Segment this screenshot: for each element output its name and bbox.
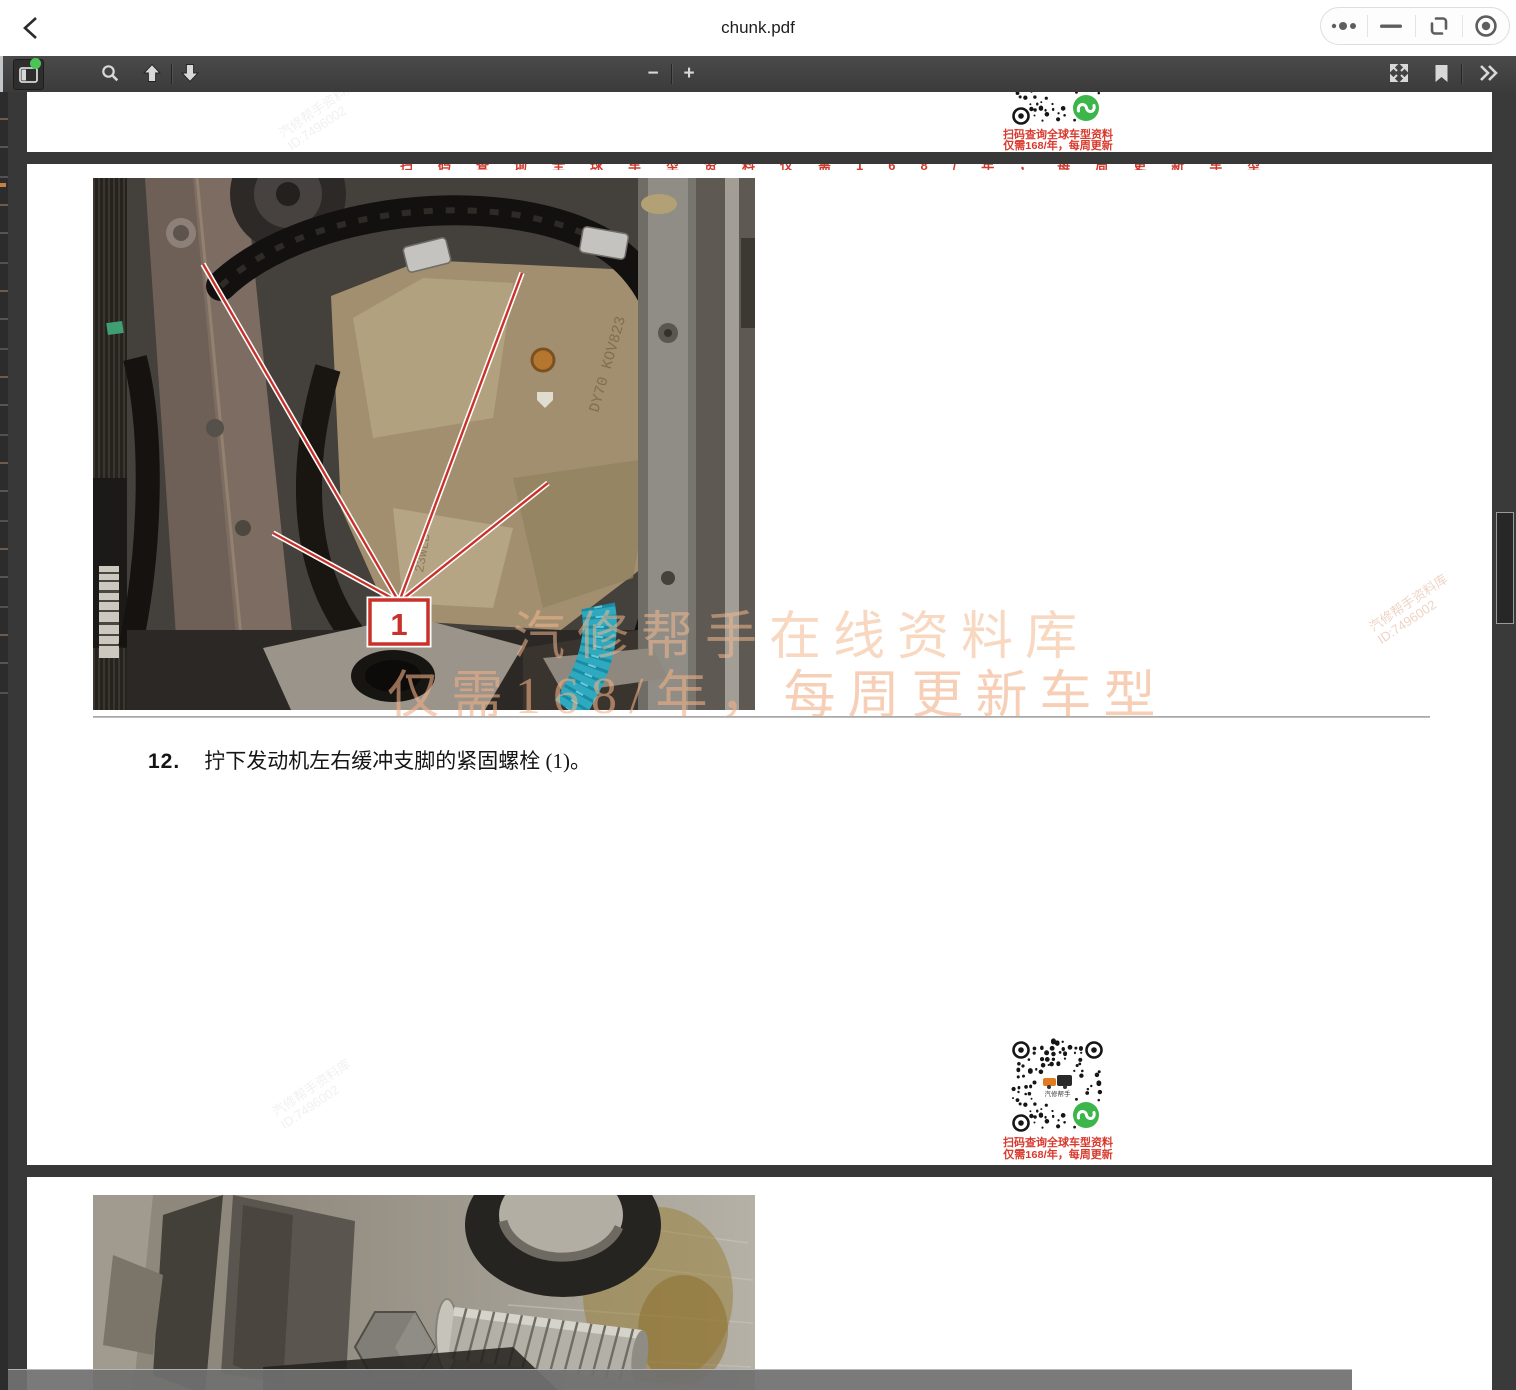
pdf-page-5: 汽修帮手资料库 ID:7496002 汽修帮手 [27, 92, 1492, 152]
zoom-in-button[interactable]: + [676, 58, 702, 88]
sidebar-notification-dot [30, 58, 41, 69]
wechat-green-badge [1073, 95, 1099, 121]
vertical-scrollbar-thumb[interactable] [1496, 512, 1514, 624]
background-strip-edge [0, 56, 3, 92]
toolbar-divider [171, 64, 172, 84]
more-options-button[interactable] [1321, 8, 1367, 44]
svg-text:汽修帮手: 汽修帮手 [1045, 1089, 1072, 1098]
clipped-red-text: 扫码查询全球车型资料仅需168/年，每周更新车型 [400, 164, 1357, 170]
section-divider-line [93, 716, 1430, 718]
search-icon [101, 64, 119, 82]
qr-caption-line1: 扫码查询全球车型资料 [983, 130, 1133, 141]
pdf-page-6: 扫码查询全球车型资料仅需168/年，每周更新车型 [27, 164, 1492, 1165]
fullscreen-icon [1389, 63, 1409, 83]
qr-code-partial: 汽修帮手 [1007, 92, 1108, 130]
horizontal-scrollbar[interactable] [8, 1369, 1352, 1390]
pdf-viewer-window: chunk.pdf [0, 0, 1516, 1390]
diagonal-watermark: 汽修帮手资料库 ID:7496002 [269, 1056, 361, 1132]
pdf-toolbar: / 15 − + 自动缩放 [0, 56, 1516, 93]
window-controls [1320, 7, 1510, 45]
qr-code-image: 汽修帮手 [1007, 92, 1108, 130]
background-fleck [0, 183, 6, 187]
callout-label-text: 1 [390, 607, 407, 642]
restore-icon [1428, 15, 1450, 37]
qr-caption-line2: 仅需168/年，每周更新 [983, 141, 1133, 152]
record-circle-icon [1474, 14, 1498, 38]
more-dots-icon [1329, 19, 1359, 33]
step-text: 拧下发动机左右缓冲支脚的紧固螺栓 (1)。 [204, 749, 591, 773]
previous-page-button[interactable] [137, 58, 167, 88]
document-title: chunk.pdf [0, 0, 1516, 56]
restore-button[interactable] [1416, 8, 1462, 44]
minimize-icon [1379, 23, 1403, 29]
minimize-button[interactable] [1368, 8, 1414, 44]
bookmark-icon [1434, 64, 1449, 83]
callout-label-box: 1 [370, 600, 428, 644]
diagonal-watermark: 汽修帮手资料库 ID:7496002 [1366, 571, 1458, 647]
qr-code-image: 汽修帮手 [1007, 1036, 1108, 1137]
page-up-icon [143, 64, 161, 82]
double-chevron-icon [1478, 64, 1500, 82]
step-instruction: 12. 拧下发动机左右缓冲支脚的紧固螺栓 (1)。 [148, 745, 591, 775]
qr-code: 汽修帮手 [1007, 1036, 1108, 1137]
titlebar: chunk.pdf [0, 0, 1516, 56]
background-strip [0, 92, 8, 1390]
next-page-button[interactable] [175, 58, 205, 88]
toolbar-divider [1461, 64, 1462, 84]
more-tools-button[interactable] [1472, 58, 1506, 88]
close-record-button[interactable] [1463, 8, 1509, 44]
qr-caption-line1: 扫码查询全球车型资料 [983, 1138, 1133, 1149]
toolbar-divider [671, 64, 672, 84]
zoom-in-glyph: + [683, 64, 694, 83]
bookmark-button[interactable] [1428, 58, 1454, 88]
qr-caption-line2: 仅需168/年，每周更新 [983, 1150, 1133, 1161]
engine-bay-photo: DY70 KOV823 23WLB [93, 178, 755, 710]
bolt-closeup-photo [93, 1195, 755, 1390]
zoom-out-glyph: − [647, 64, 658, 83]
wechat-green-badge [1073, 1102, 1099, 1128]
pdf-page-7 [27, 1177, 1492, 1390]
presentation-mode-button[interactable] [1384, 58, 1414, 88]
search-button[interactable] [95, 58, 125, 88]
page-down-icon [181, 64, 199, 82]
zoom-out-button[interactable]: − [640, 58, 666, 88]
vertical-scrollbar-track[interactable] [1492, 92, 1516, 1390]
step-number: 12. [148, 750, 180, 773]
